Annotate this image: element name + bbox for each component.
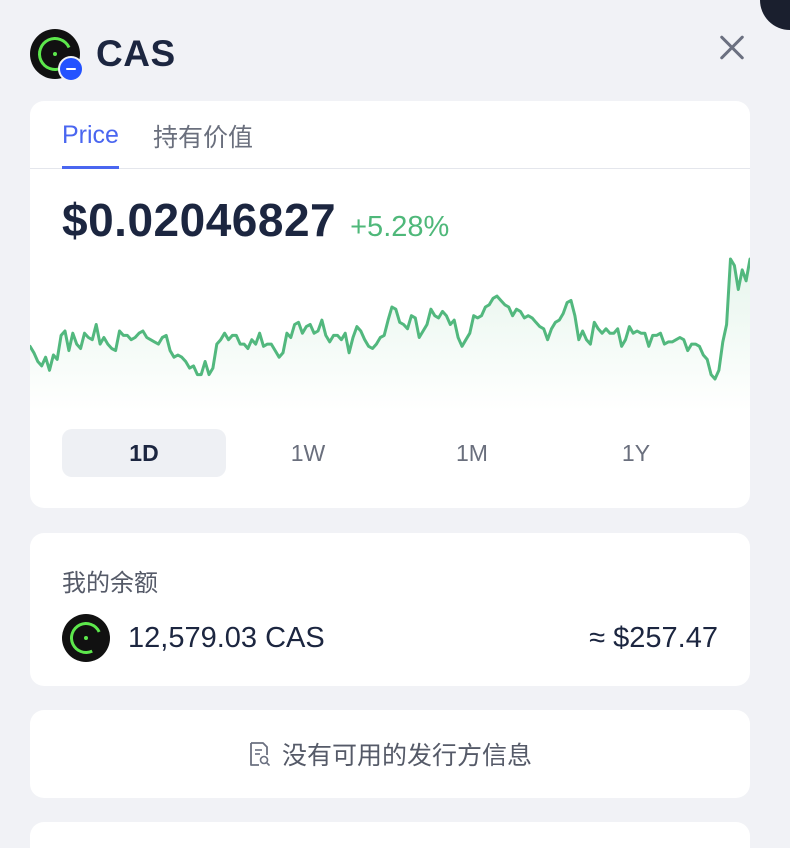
balance-amount: 12,579.03 CAS [128,621,325,654]
bottom-card [30,822,750,848]
balance-label: 我的余额 [62,570,158,597]
current-price: $0.02046827 [62,194,337,246]
range-selector: 1D 1W 1M 1Y [62,429,718,477]
range-1y-button[interactable]: 1Y [554,429,718,477]
token-logo-icon [30,29,84,82]
issuer-info-card: 没有可用的发行方信息 [30,710,750,798]
tab-bar: Price 持有价值 [30,101,750,169]
tab-price[interactable]: Price [62,101,119,169]
document-search-icon [250,742,270,766]
header: CAS [30,28,750,82]
range-1w-button[interactable]: 1W [226,429,390,477]
token-small-logo-icon [62,614,110,662]
range-1d-button[interactable]: 1D [62,429,226,477]
price-chart[interactable] [30,251,750,411]
close-button[interactable] [714,30,748,64]
tab-holding-value[interactable]: 持有价值 [153,101,253,168]
balance-card: 我的余额 12,579.03 CAS ≈ $257.47 [30,533,750,686]
balance-row: 12,579.03 CAS ≈ $257.47 [62,613,718,663]
price-card: Price 持有价值 $0.02046827 +5.28% 1D 1W 1M 1… [30,101,750,508]
price-change: +5.28% [350,211,450,243]
corner-background-shape [760,0,790,30]
range-1m-button[interactable]: 1M [390,429,554,477]
chain-badge-icon [58,56,84,82]
token-title: CAS [96,33,176,74]
balance-usd-value: ≈ $257.47 [589,621,718,654]
price-row: $0.02046827 +5.28% [30,193,750,247]
issuer-empty-text: 没有可用的发行方信息 [281,742,532,770]
